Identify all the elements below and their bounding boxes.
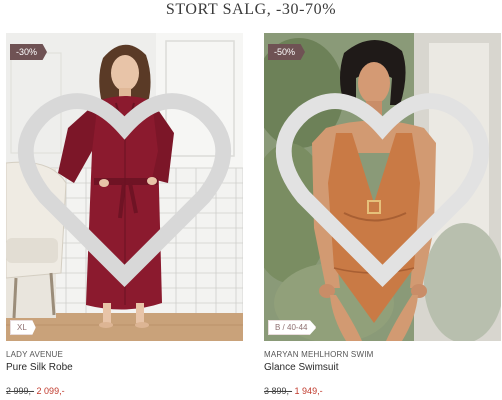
heart-icon[interactable] xyxy=(264,33,501,341)
product-card[interactable]: -30% XL LADY AVENUE Pure Silk Robe 2 999… xyxy=(6,33,243,400)
product-image[interactable]: -50% B / 40-44 xyxy=(264,33,501,341)
product-name[interactable]: Glance Swimsuit xyxy=(264,362,501,373)
product-brand[interactable]: LADY AVENUE xyxy=(6,350,243,359)
old-price: 3 899,- xyxy=(264,386,293,396)
sale-price: 1 949,- xyxy=(294,386,323,396)
product-name[interactable]: Pure Silk Robe xyxy=(6,362,243,373)
product-image[interactable]: -30% XL xyxy=(6,33,243,341)
page-title: STORT SALG, -30-70% xyxy=(165,1,337,18)
product-card[interactable]: -50% B / 40-44 MARYAN MEHLHORN SWIM Glan… xyxy=(264,33,501,400)
price-row: 3 899,- 1 949,- xyxy=(264,386,501,396)
product-brand[interactable]: MARYAN MEHLHORN SWIM xyxy=(264,350,501,359)
heart-icon[interactable] xyxy=(6,33,243,341)
price-row: 2 999,- 2 099,- xyxy=(6,386,243,396)
old-price: 2 999,- xyxy=(6,386,35,396)
sale-price: 2 099,- xyxy=(36,386,65,396)
